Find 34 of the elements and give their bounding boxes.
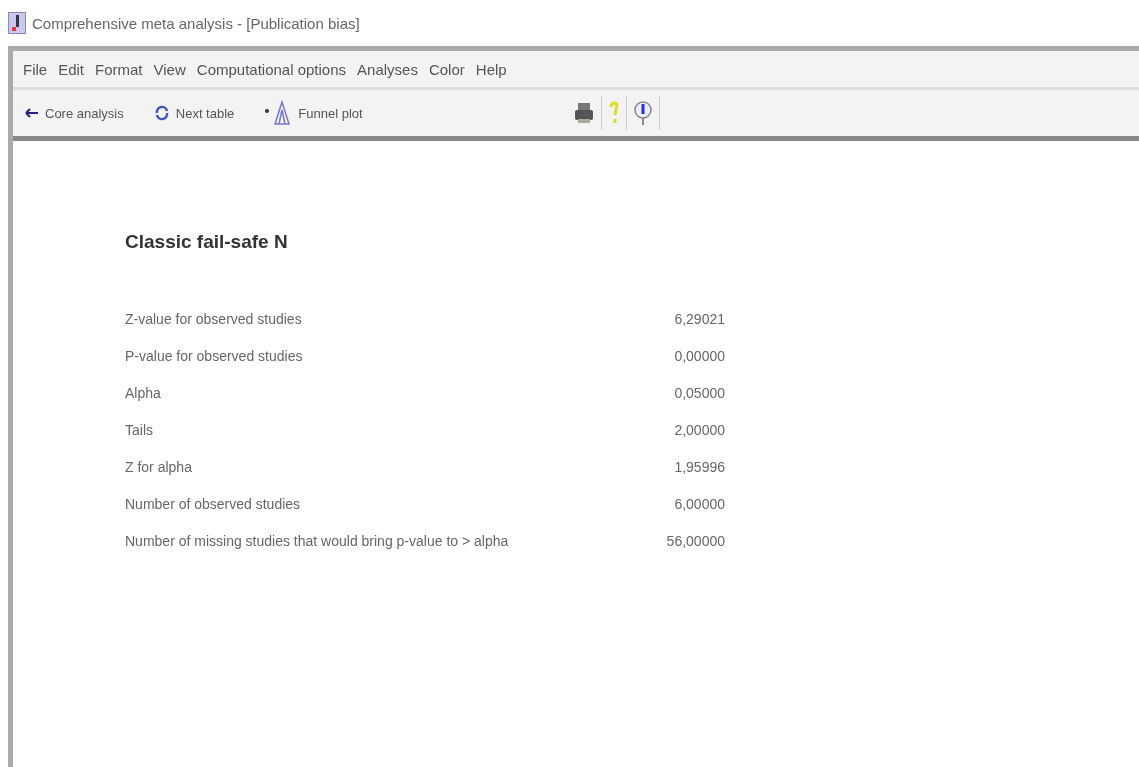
row-value: 6,00000 <box>673 496 725 512</box>
row-value: 0,00000 <box>673 348 725 364</box>
row-value: 56,00000 <box>665 533 725 549</box>
report-heading: Classic fail-safe N <box>125 231 288 253</box>
menu-item[interactable]: Format <box>95 60 143 78</box>
window-title: Comprehensive meta analysis - [Publication bias] <box>32 14 360 32</box>
left-arrow-icon <box>25 108 39 118</box>
toolbar-button[interactable]: Next table <box>149 105 239 121</box>
row-label: Z for alpha <box>125 459 193 475</box>
refresh-icon <box>153 105 170 121</box>
info-icon <box>632 100 653 126</box>
row-label: Number of missing studies that would bring p-value to > alpha <box>125 533 510 549</box>
funnel-triangle-icon <box>264 100 293 126</box>
row-label: P-value for observed studies <box>125 348 304 364</box>
toolbar-button[interactable]: Core analysis <box>21 105 128 121</box>
menu-item[interactable]: Analyses <box>357 60 418 78</box>
row-value: 1,95996 <box>673 459 725 475</box>
row-label: Tails <box>125 422 154 438</box>
row-value: 2,00000 <box>673 422 725 438</box>
menu-item[interactable]: View <box>153 60 186 78</box>
menu-item[interactable]: Color <box>428 60 465 78</box>
printer-icon <box>572 101 595 125</box>
row-value: 6,29021 <box>673 311 725 327</box>
menu-item[interactable]: Edit <box>58 60 85 78</box>
row-label: Number of observed studies <box>125 496 302 512</box>
menu-item[interactable]: File <box>23 60 48 78</box>
row-value: 0,05000 <box>673 385 725 401</box>
toolbar-button[interactable]: Funnel plot <box>260 100 367 126</box>
menu-item[interactable]: Computational options <box>196 60 347 78</box>
question-mark-icon <box>607 101 620 125</box>
row-label: Alpha <box>125 385 162 401</box>
row-label: Z-value for observed studies <box>125 311 303 327</box>
app-icon <box>8 12 26 34</box>
menu-item[interactable]: Help <box>475 60 507 78</box>
